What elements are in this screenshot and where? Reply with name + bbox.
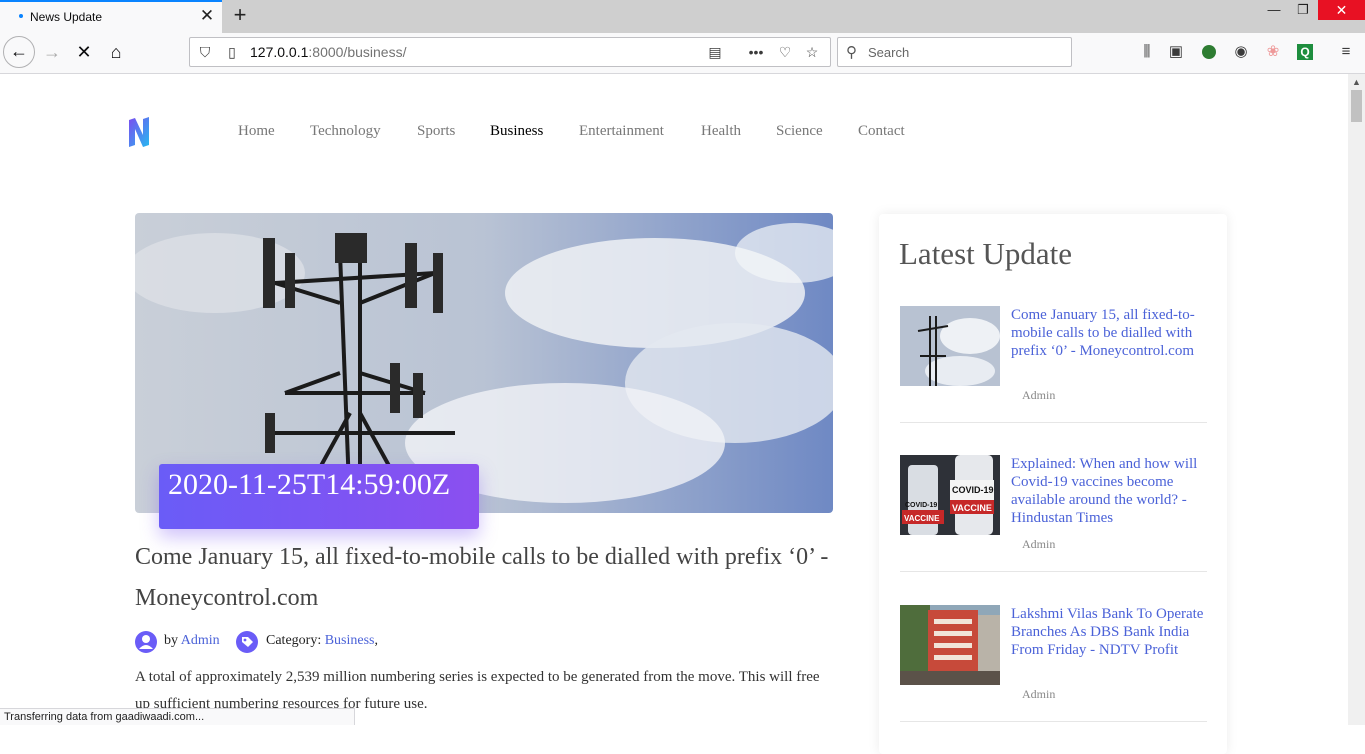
nav-entertainment[interactable]: Entertainment: [579, 123, 664, 140]
page-scrollbar[interactable]: ▲: [1348, 74, 1365, 725]
article-date-badge: 2020-11-25T14:59:00Z: [159, 464, 479, 529]
page-actions-icon[interactable]: •••: [747, 43, 765, 61]
nav-home[interactable]: Home: [238, 123, 275, 140]
category-link[interactable]: Business: [325, 633, 375, 648]
latest-item-author: Admin: [1022, 687, 1056, 701]
divider: [900, 721, 1207, 722]
status-text: Transferring data from gaadiwaadi.com...: [4, 711, 205, 723]
latest-item-link[interactable]: Lakshmi Vilas Bank To Operate Branches A…: [1011, 605, 1211, 659]
tab-title: News Update: [30, 10, 103, 24]
latest-item-author: Admin: [1022, 537, 1056, 551]
nav-science[interactable]: Science: [776, 123, 823, 140]
category-line: Category: Business,: [266, 633, 379, 648]
sidebar-title: Latest Update: [899, 236, 1073, 271]
search-bar[interactable]: ⚲ Search: [837, 37, 1072, 67]
article-title[interactable]: Come January 15, all fixed-to-mobile cal…: [135, 537, 835, 619]
reader-view-icon[interactable]: ▤: [706, 43, 724, 61]
scroll-thumb[interactable]: [1351, 90, 1362, 122]
latest-item-link[interactable]: Explained: When and how will Covid-19 va…: [1011, 455, 1211, 527]
menu-hamburger-icon[interactable]: ≡: [1335, 41, 1357, 63]
stop-button[interactable]: ✕: [69, 37, 99, 67]
latest-item-link[interactable]: Come January 15, all fixed-to-mobile cal…: [1011, 306, 1211, 360]
latest-item-thumbnail[interactable]: COVID-19 COVID-19 VACCINE VACCINE: [900, 455, 1000, 535]
tab-news-update[interactable]: News Update ✕: [0, 0, 222, 33]
restore-button[interactable]: ❐: [1288, 0, 1318, 20]
site-logo[interactable]: [127, 117, 151, 147]
address-bar[interactable]: ⛉ ▯ 127.0.0.1:8000/business/ ▤ ••• ♡ ☆: [189, 37, 831, 67]
author-line: by Admin: [164, 633, 220, 648]
divider: [900, 571, 1207, 572]
library-icon[interactable]: ⫼: [1136, 41, 1158, 63]
scroll-up-icon[interactable]: ▲: [1352, 77, 1361, 87]
new-tab-button[interactable]: +: [228, 3, 252, 27]
navigation-toolbar: ← → ✕ ⌂ ⛉ ▯ 127.0.0.1:8000/business/ ▤ •…: [0, 33, 1365, 74]
back-button[interactable]: ←: [3, 36, 35, 68]
article-date: 2020-11-25T14:59:00Z: [168, 468, 451, 501]
bookmark-star-icon[interactable]: ☆: [803, 43, 821, 61]
thumb-covid-text: COVID-19: [905, 502, 937, 509]
thumb-vaccine-text: VACCINE: [904, 514, 940, 523]
extension-q-icon[interactable]: Q: [1294, 41, 1316, 63]
home-button[interactable]: ⌂: [101, 37, 131, 67]
latest-item-author: Admin: [1022, 388, 1056, 402]
status-bar: Transferring data from gaadiwaadi.com...: [0, 708, 355, 725]
tab-bar: News Update ✕ + — ❐ ✕: [0, 0, 1365, 33]
close-tab-icon[interactable]: ✕: [198, 7, 216, 25]
author-link[interactable]: Admin: [181, 633, 220, 648]
tag-icon: [236, 631, 258, 653]
sidebar-icon[interactable]: ▣: [1165, 41, 1187, 63]
search-icon: ⚲: [846, 44, 857, 61]
thumb-covid-text-2: COVID-19: [952, 485, 994, 495]
nav-business[interactable]: Business: [490, 123, 543, 140]
url-text: 127.0.0.1:8000/business/: [250, 44, 407, 60]
nav-sports[interactable]: Sports: [417, 123, 455, 140]
nav-health[interactable]: Health: [701, 123, 741, 140]
account-icon[interactable]: ◉: [1230, 41, 1252, 63]
thumb-vaccine-text-2: VACCINE: [952, 503, 992, 513]
latest-item-thumbnail[interactable]: [900, 306, 1000, 386]
nav-technology[interactable]: Technology: [310, 123, 381, 140]
nav-contact[interactable]: Contact: [858, 123, 905, 140]
divider: [900, 422, 1207, 423]
loading-dot-icon: [19, 14, 23, 18]
pocket-icon[interactable]: ♡: [776, 43, 794, 61]
latest-item-thumbnail[interactable]: [900, 605, 1000, 685]
shield-icon[interactable]: ⛉: [196, 43, 214, 61]
user-icon: [135, 631, 157, 653]
window-close-button[interactable]: ✕: [1318, 0, 1365, 20]
forward-button[interactable]: →: [37, 37, 67, 67]
page-info-icon[interactable]: ▯: [223, 43, 241, 61]
search-placeholder: Search: [868, 45, 910, 60]
latest-update-sidebar: Latest Update Come January 15, all fixed…: [879, 214, 1227, 754]
minimize-button[interactable]: —: [1259, 0, 1289, 20]
extension-pink-icon[interactable]: ❀: [1262, 41, 1284, 63]
extension-green-icon[interactable]: [1198, 41, 1220, 63]
